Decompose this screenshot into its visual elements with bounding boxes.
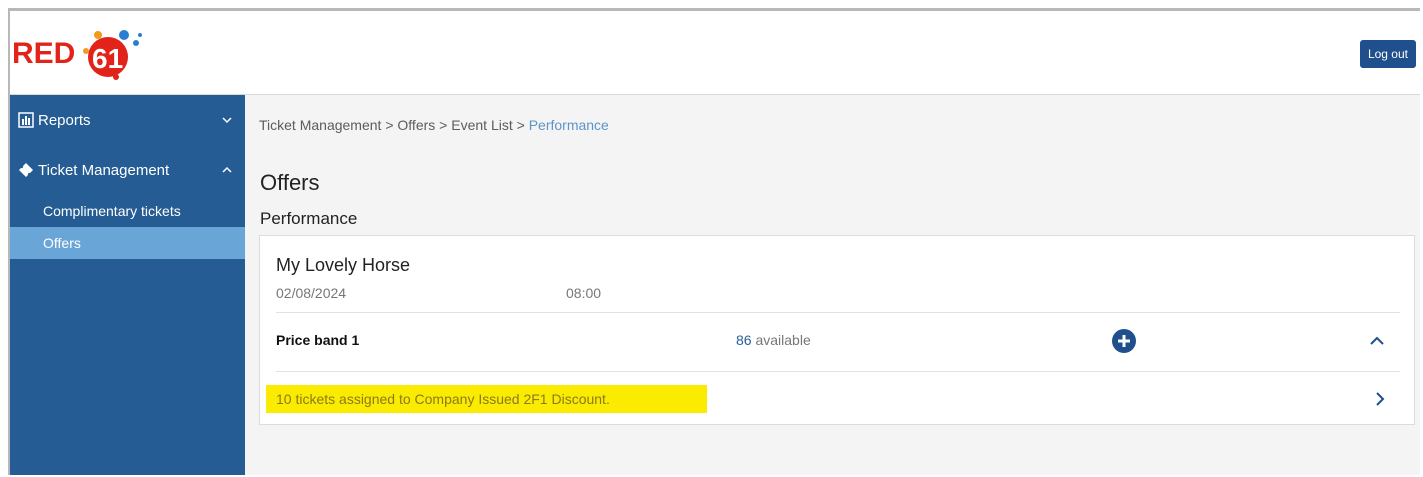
breadcrumb-separator: >: [516, 117, 525, 133]
collapse-chevron-up-icon[interactable]: [1369, 334, 1385, 348]
svg-text:RED: RED: [12, 37, 75, 70]
breadcrumb-separator: >: [385, 117, 394, 133]
add-offer-button[interactable]: [1111, 328, 1137, 354]
breadcrumb: Ticket Management > Offers > Event List …: [259, 117, 609, 133]
sidebar-item-offers[interactable]: Offers: [10, 227, 245, 259]
event-name: My Lovely Horse: [276, 255, 411, 275]
chevron-down-icon: [222, 117, 232, 124]
section-title: Performance: [260, 209, 358, 228]
sidebar-section-label: Ticket Management: [38, 161, 170, 179]
event-date: 02/08/2024: [276, 285, 347, 301]
offer-text: 10 tickets assigned to Company Issued 2F…: [276, 391, 610, 407]
sidebar: Reports Ticket Management Complimentary …: [10, 95, 245, 475]
bar-chart-icon: [18, 112, 34, 128]
divider: [276, 312, 1400, 313]
svg-text:61: 61: [92, 43, 123, 74]
available-label: available: [755, 332, 811, 348]
red61-logo[interactable]: RED 61: [12, 21, 162, 85]
sidebar-section-ticket-management[interactable]: Ticket Management: [10, 145, 245, 195]
breadcrumb-item[interactable]: Event List: [451, 117, 512, 133]
top-header: RED 61 Log out: [10, 11, 1420, 95]
main-content: Ticket Management > Offers > Event List …: [245, 95, 1420, 475]
performance-card: My Lovely Horse 02/08/2024 08:00 Price b…: [259, 235, 1415, 425]
breadcrumb-current: Performance: [528, 117, 609, 133]
event-time: 08:00: [566, 285, 602, 301]
app-window: RED 61 Log out Reports Ticket Management…: [8, 8, 1420, 475]
sidebar-section-reports[interactable]: Reports: [10, 95, 245, 145]
offer-row[interactable]: 10 tickets assigned to Company Issued 2F…: [266, 385, 1406, 415]
chevron-up-icon: [222, 166, 232, 173]
sidebar-item-complimentary-tickets[interactable]: Complimentary tickets: [10, 195, 245, 227]
divider: [276, 371, 1400, 372]
sidebar-section-label: Reports: [38, 111, 91, 129]
price-band-name: Price band 1: [276, 332, 360, 348]
available-count: 86: [736, 332, 752, 348]
breadcrumb-item[interactable]: Offers: [397, 117, 435, 133]
chevron-right-icon: [1376, 392, 1385, 406]
price-band-availability: 86 available: [736, 332, 811, 348]
ticket-icon: [19, 163, 33, 177]
breadcrumb-item[interactable]: Ticket Management: [259, 117, 381, 133]
breadcrumb-separator: >: [439, 117, 448, 133]
page-title: Offers: [260, 170, 320, 195]
logout-button[interactable]: Log out: [1359, 40, 1416, 68]
